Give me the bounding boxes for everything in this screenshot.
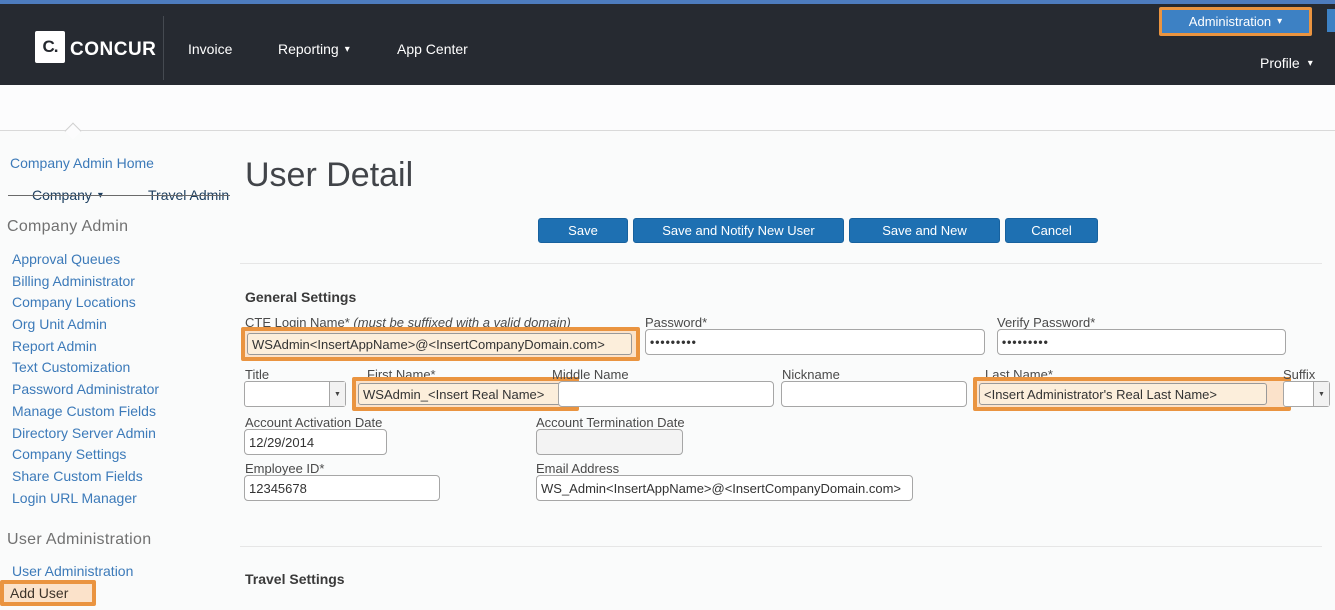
nav-item-reporting[interactable]: Reporting ▾ [278,41,350,57]
concur-logo-icon: C. [35,31,65,63]
section-divider [240,546,1322,547]
title-label: Title [245,367,269,382]
cancel-button[interactable]: Cancel [1005,218,1098,243]
save-button[interactable]: Save [538,218,628,243]
chevron-down-icon: ▾ [1308,58,1313,69]
chevron-down-icon[interactable]: ▼ [1313,382,1329,406]
nickname-field[interactable] [781,381,967,407]
sidebar-item-login-url-manager[interactable]: Login URL Manager [12,490,159,512]
verify-password-label: Verify Password* [997,315,1095,330]
sidebar-item-add-user[interactable]: Add User [10,585,68,601]
account-termination-date-label: Account Termination Date [536,415,685,430]
section-divider [240,263,1322,264]
administration-label: Administration [1189,14,1271,29]
sidebar-item-report-admin[interactable]: Report Admin [12,338,159,360]
chevron-down-icon: ▾ [345,44,350,55]
account-activation-date-label: Account Activation Date [245,415,382,430]
sidebar-item-manage-custom-fields[interactable]: Manage Custom Fields [12,403,159,425]
administration-menu-button[interactable]: Administration ▾ [1162,10,1309,33]
sidebar-link-list: Approval Queues Billing Administrator Co… [12,251,159,511]
annotation-highlight-administration: Administration ▾ [1159,7,1312,36]
suffix-label: Suffix [1283,367,1315,382]
sidebar-item-directory-server-admin[interactable]: Directory Server Admin [12,425,159,447]
cte-login-name-field[interactable]: WSAdmin<InsertAppName>@<InsertCompanyDom… [247,333,632,355]
middle-name-label: Middle Name [552,367,629,382]
sidebar-section-company-admin: Company Admin [7,218,128,236]
general-settings-heading: General Settings [245,289,356,305]
chevron-down-icon[interactable]: ▼ [329,382,345,406]
annotation-highlight-last-name: <Insert Administrator's Real Last Name> [973,377,1291,411]
sidebar-item-share-custom-fields[interactable]: Share Custom Fields [12,468,159,490]
sidebar-divider [8,195,230,196]
sidebar-item-text-customization[interactable]: Text Customization [12,359,159,381]
save-and-notify-button[interactable]: Save and Notify New User [633,218,844,243]
navbar-divider [163,16,164,80]
password-label: Password* [645,315,707,330]
sidebar-section-user-administration: User Administration [7,531,151,549]
nav-item-label: App Center [397,41,468,57]
sidebar-item-password-administrator[interactable]: Password Administrator [12,381,159,403]
sidebar-item-billing-administrator[interactable]: Billing Administrator [12,273,159,295]
navbar: C. CONCUR Invoice Reporting ▾ App Center… [0,4,1335,85]
account-termination-date-field[interactable] [536,429,683,455]
save-and-new-button[interactable]: Save and New [849,218,1000,243]
annotation-highlight-add-user: Add User [0,580,96,606]
last-name-field[interactable]: <Insert Administrator's Real Last Name> [979,383,1267,405]
sidebar-item-approval-queues[interactable]: Approval Queues [12,251,159,273]
nav-item-invoice[interactable]: Invoice [188,41,232,57]
travel-settings-heading: Travel Settings [245,571,345,587]
email-address-field[interactable] [536,475,913,501]
employee-id-label: Employee ID* [245,461,324,476]
sidebar-item-company-locations[interactable]: Company Locations [12,294,159,316]
page-title: User Detail [245,156,413,195]
annotation-highlight-first-name: WSAdmin_<Insert Real Name> [352,377,579,411]
sidebar-item-user-administration[interactable]: User Administration [12,563,133,579]
sidebar-item-company-admin-home[interactable]: Company Admin Home [10,155,154,171]
nickname-label: Nickname [782,367,840,382]
nav-item-label: Reporting [278,41,339,57]
suffix-select-value [1284,382,1313,406]
nav-item-app-center[interactable]: App Center [397,41,468,57]
sidebar-item-org-unit-admin[interactable]: Org Unit Admin [12,316,159,338]
brand-name: CONCUR [70,39,156,61]
title-select-value [245,382,329,406]
annotation-highlight-cte-login: WSAdmin<InsertAppName>@<InsertCompanyDom… [241,327,640,361]
password-field[interactable] [645,329,985,355]
email-address-label: Email Address [536,461,619,476]
profile-menu-button[interactable]: Profile ▾ [1260,55,1313,71]
chevron-down-icon: ▾ [1277,16,1282,27]
account-activation-date-field[interactable] [244,429,387,455]
sidebar-item-company-settings[interactable]: Company Settings [12,446,159,468]
suffix-select[interactable]: ▼ [1283,381,1330,407]
profile-label: Profile [1260,55,1300,71]
clipped-nav-button [1327,9,1335,32]
employee-id-field[interactable] [244,475,440,501]
nav-item-label: Invoice [188,41,232,57]
title-select[interactable]: ▼ [244,381,346,407]
middle-name-field[interactable] [558,381,774,407]
first-name-field[interactable]: WSAdmin_<Insert Real Name> [358,383,565,405]
verify-password-field[interactable] [997,329,1286,355]
subnav: Company ▾ Travel Admin [0,85,1335,131]
